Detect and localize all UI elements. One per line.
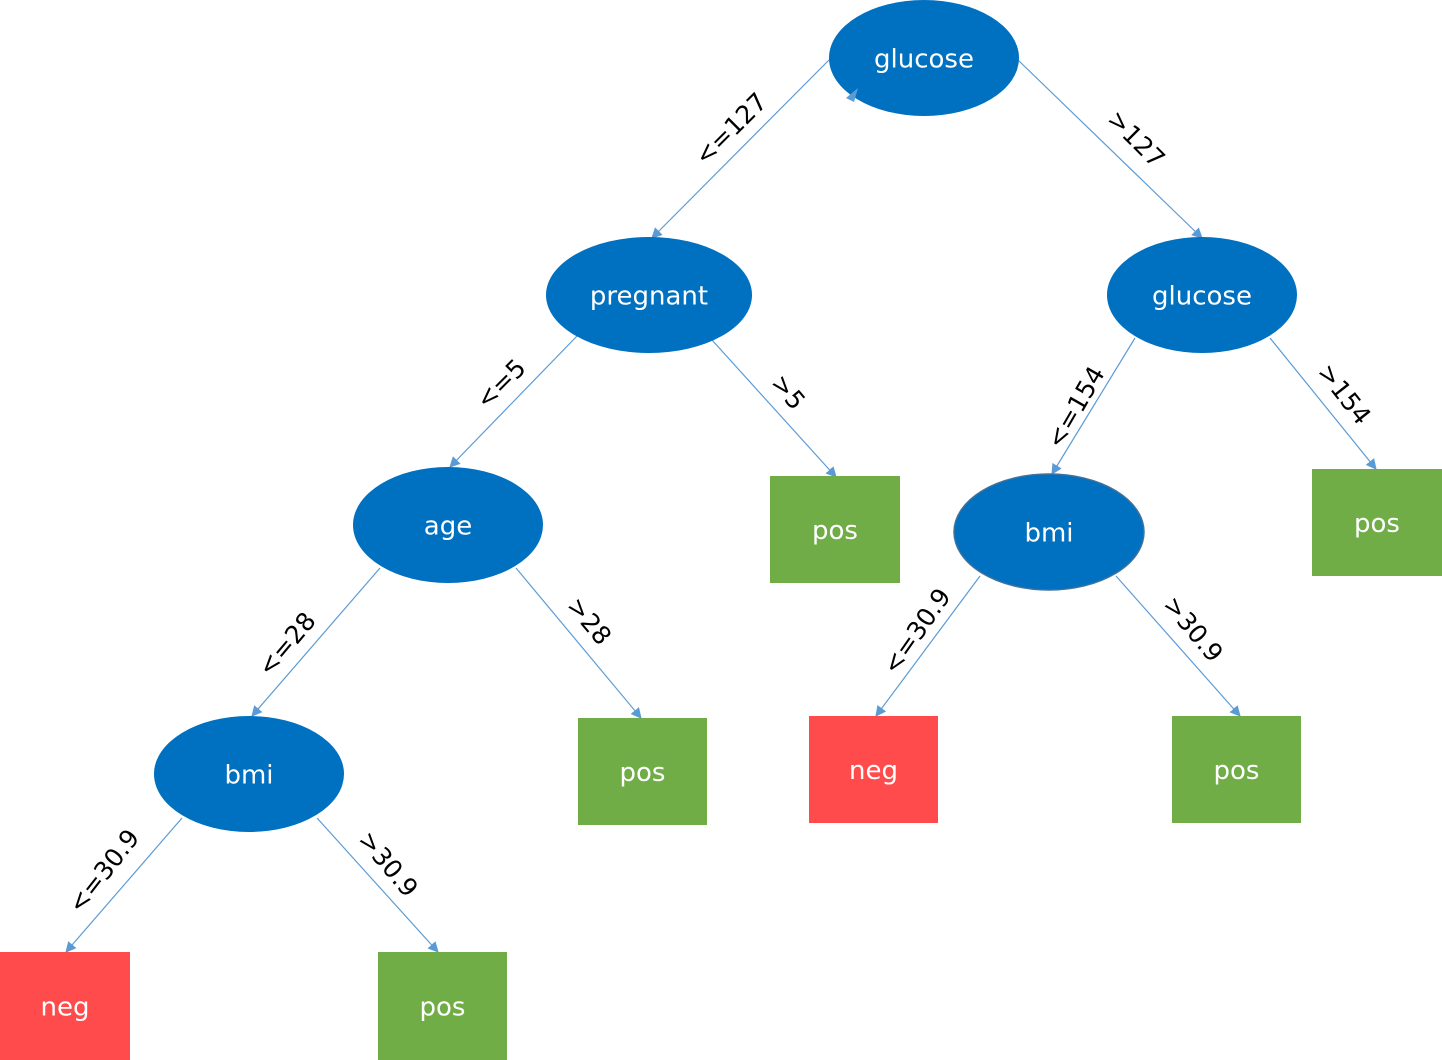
edge-label: >127 — [1102, 104, 1171, 173]
leaf-node-pos: pos — [1312, 469, 1442, 576]
edge-label: >154 — [1312, 358, 1377, 430]
decision-node-glucose: glucose — [1107, 237, 1297, 353]
node-label: bmi — [1024, 519, 1073, 549]
node-label: bmi — [224, 761, 273, 791]
decision-node-age: age — [353, 467, 543, 583]
edge-label: <=154 — [1041, 361, 1111, 453]
edge-label: <=28 — [252, 606, 322, 681]
node-label: glucose — [1152, 282, 1252, 312]
edge-n0-n2 — [1017, 59, 1203, 239]
node-label: pos — [812, 516, 858, 546]
decision-node-pregnant: pregnant — [546, 237, 752, 353]
node-label: neg — [41, 993, 90, 1023]
edge-n1-n4 — [711, 339, 837, 478]
node-label: neg — [849, 756, 898, 786]
node-label: glucose — [874, 45, 974, 75]
decision-node-glucose: glucose — [829, 0, 1019, 116]
edge-label: >30.9 — [352, 825, 423, 902]
edge-n3-n8 — [515, 567, 642, 719]
edge-n0-n1 — [651, 59, 830, 239]
node-label: pos — [1354, 509, 1400, 539]
leaf-node-neg: neg — [0, 952, 130, 1060]
node-label: pos — [620, 758, 666, 788]
edge-label: >5 — [765, 369, 811, 416]
leaf-node-pos: pos — [1172, 716, 1301, 823]
node-label: age — [424, 512, 472, 542]
decision-node-bmi: bmi — [154, 716, 344, 832]
leaf-node-pos: pos — [770, 476, 900, 583]
edge-label: >30.9 — [1157, 590, 1228, 667]
edge-label: <=30.9 — [62, 824, 145, 919]
decision-tree-diagram: glucose pregnant glucose age pos bmi pos bmi pos… — [0, 0, 1442, 1060]
edge-label: <=5 — [470, 353, 531, 414]
leaf-node-pos: pos — [378, 952, 507, 1060]
decision-node-bmi: bmi — [953, 473, 1145, 591]
leaf-node-pos: pos — [578, 718, 707, 825]
node-label: pos — [1214, 756, 1260, 786]
edge-label: <=30.9 — [877, 583, 957, 680]
leaf-node-neg: neg — [809, 716, 938, 823]
edge-label: >28 — [561, 592, 617, 651]
node-label: pregnant — [590, 282, 708, 312]
edge-n1-n3 — [449, 334, 579, 468]
node-label: pos — [420, 993, 466, 1023]
